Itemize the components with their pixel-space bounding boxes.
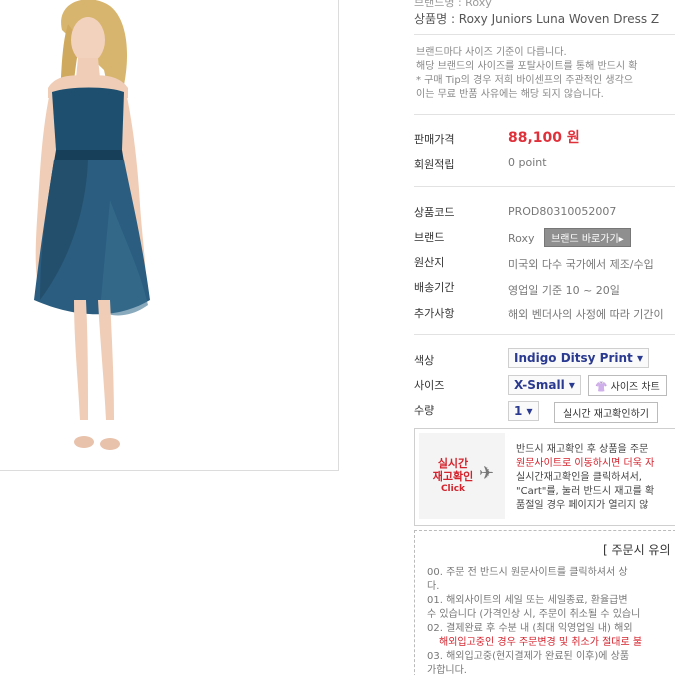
product-code: PROD80310052007 (508, 205, 617, 218)
price-label: 판매가격 (414, 133, 455, 146)
airplane-icon: ✈ (479, 463, 495, 484)
order-notice-line: 02. 결제완료 후 수분 내 (최대 익영업일 내) 해외 (427, 623, 633, 634)
stock-banner-title-line2: 재고확인 (432, 470, 474, 483)
brand-row: Roxy 브랜드 바로가기▸ (508, 228, 631, 247)
divider (414, 114, 675, 115)
stock-banner-line: 실시간재고확인을 클릭하셔서, (516, 472, 642, 483)
product-title: 상품명 : Roxy Juniors Luna Woven Dress Z (414, 10, 675, 27)
product-code-label: 상품코드 (414, 206, 455, 219)
color-select[interactable]: Indigo Ditsy Print ▾ (508, 348, 649, 368)
size-notice-line: 이는 무료 반품 사유에는 해당 되지 않습니다. (416, 89, 604, 100)
points-value: 0 point (508, 156, 547, 169)
quantity-label: 수량 (414, 404, 435, 417)
product-image[interactable] (0, 0, 338, 470)
origin-value: 미국외 다수 국가에서 제조/수입 (508, 258, 654, 271)
product-name: : Roxy Juniors Luna Woven Dress Z (450, 12, 660, 26)
color-label: 색상 (414, 354, 435, 367)
stock-banner-logo: 실시간 재고확인 Click ✈ (419, 433, 505, 519)
divider (414, 34, 675, 35)
order-notice-line: 수 있습니다 (가격인상 시, 주문이 취소될 수 있습니 (427, 609, 641, 620)
product-image-frame (0, 0, 339, 471)
stock-banner-title-line1: 실시간 (437, 457, 469, 470)
shipping-value: 영업일 기준 10 ~ 20일 (508, 284, 620, 297)
stock-banner-title: 실시간 재고확인 Click (431, 457, 475, 496)
order-notice-line: 03. 해외입고중(현지결제가 완료된 이후)에 상품 (427, 651, 630, 662)
order-notice-box: [ 주문시 유의 00. 주문 전 반드시 원문사이트를 클릭하셔서 상 다. … (414, 530, 675, 675)
brand-shortcut-button[interactable]: 브랜드 바로가기▸ (544, 228, 631, 247)
quantity-select[interactable]: 1 ▾ (508, 401, 539, 421)
stock-check-button[interactable]: 실시간 재고확인하기 (554, 402, 658, 423)
product-info-panel: 브랜드명 : Roxy 상품명 : Roxy Juniors Luna Wove… (414, 0, 675, 675)
brand-label: 브랜드 (414, 231, 445, 244)
stock-banner-text: 반드시 재고확인 후 상품을 주문 원문사이트로 이동하시면 더욱 자 실시간재… (516, 443, 654, 513)
size-notice-line: 해당 브랜드의 사이즈를 포탈사이트를 통해 반드시 확 (416, 61, 638, 72)
size-notice-line: 브랜드마다 사이즈 기준이 다릅니다. (416, 47, 567, 58)
brand-line-cut: 브랜드명 : Roxy (414, 0, 492, 9)
divider (414, 334, 675, 335)
order-notice-line: 00. 주문 전 반드시 원문사이트를 클릭하셔서 상 (427, 567, 628, 578)
order-notice-title: [ 주문시 유의 (603, 543, 671, 557)
extra-value: 해외 벤더사의 사정에 따라 기간이 (508, 308, 664, 321)
stock-banner-line: "Cart"를, 눌러 반드시 재고를 확 (516, 486, 655, 497)
points-label: 회원적립 (414, 158, 455, 171)
origin-label: 원산지 (414, 256, 445, 269)
stock-banner-line: 반드시 재고확인 후 상품을 주문 (516, 444, 649, 455)
size-select[interactable]: X-Small ▾ (508, 375, 581, 395)
stock-banner-line: 원문사이트로 이동하시면 더욱 자 (516, 458, 655, 469)
size-label: 사이즈 (414, 379, 445, 392)
order-notice-line: 다. (427, 581, 440, 592)
product-name-label: 상품명 (414, 12, 448, 26)
brand-name: Roxy (508, 232, 535, 245)
size-chart-button[interactable]: 👚 사이즈 차트 (588, 375, 667, 396)
size-notice-line: * 구매 Tip의 경우 저희 바이센프의 주관적인 생각으 (416, 75, 633, 86)
stock-check-banner[interactable]: 실시간 재고확인 Click ✈ 반드시 재고확인 후 상품을 주문 원문사이트… (414, 428, 675, 526)
price-value: 88,100 원 (508, 130, 580, 146)
hanger-icon: 👚 (595, 382, 608, 393)
divider (414, 186, 675, 187)
stock-banner-click: Click (440, 484, 466, 494)
order-notice-line: 01. 해외사이트의 세일 또는 세일종료, 환율급변 (427, 595, 628, 606)
stock-banner-line: 품절일 경우 페이지가 열리지 않 (516, 500, 649, 511)
order-notice-warning: 해외입고중인 경우 주문변경 및 취소가 절대로 불 (439, 637, 643, 648)
order-notice-line: 가합니다. (427, 665, 467, 675)
shipping-label: 배송기간 (414, 281, 455, 294)
size-chart-label: 사이즈 차트 (610, 382, 660, 393)
extra-label: 추가사항 (414, 307, 455, 320)
